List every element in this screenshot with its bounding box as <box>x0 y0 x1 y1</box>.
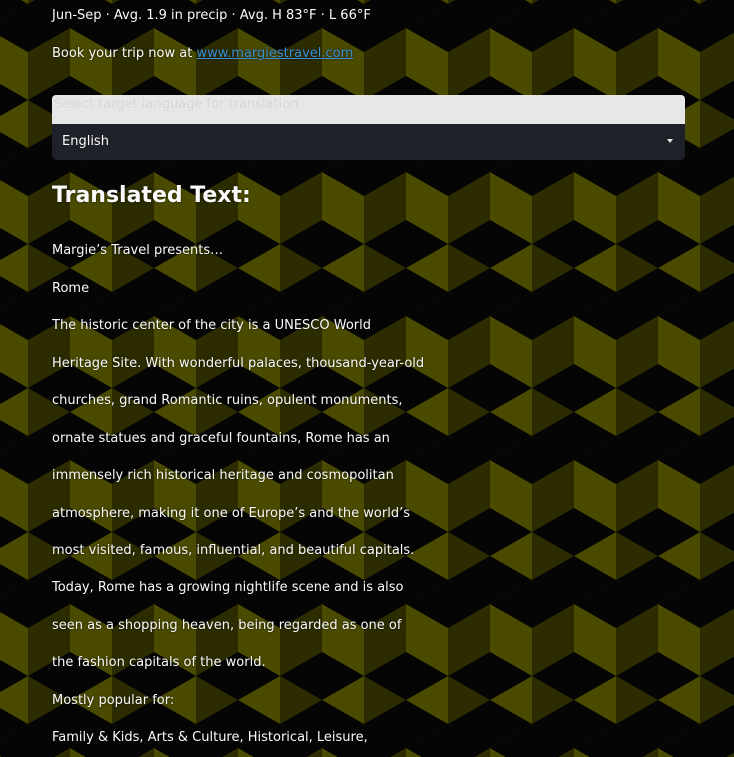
translated-line: most visited, famous, influential, and b… <box>52 543 415 558</box>
translated-line: immensely rich historical heritage and c… <box>52 468 394 483</box>
translated-line: churches, grand Romantic ruins, opulent … <box>52 393 403 408</box>
booking-line: Book your trip now at www.margiestravel.… <box>52 45 353 63</box>
translated-line: The historic center of the city is a UNE… <box>52 318 372 333</box>
booking-prefix: Book your trip now at <box>52 46 197 61</box>
translated-line: Heritage Site. With wonderful palaces, t… <box>52 356 425 371</box>
language-select-label: Select target language for translation <box>54 97 299 112</box>
translated-line: seen as a shopping heaven, being regarde… <box>52 618 402 633</box>
language-select-value: English <box>62 134 109 149</box>
translated-line: ornate statues and graceful fountains, R… <box>52 431 390 446</box>
language-select-label-bar: Select target language for translation <box>52 95 685 124</box>
chevron-down-icon <box>667 139 673 143</box>
website-link[interactable]: www.margiestravel.com <box>196 46 353 61</box>
translated-line: Margie’s Travel presents… <box>52 243 224 258</box>
translated-text-heading: Translated Text: <box>52 183 251 208</box>
translated-line: Today, Rome has a growing nightlife scen… <box>52 580 404 595</box>
translated-line: the fashion capitals of the world. <box>52 655 266 670</box>
translated-line: Rome <box>52 281 90 296</box>
language-select[interactable]: English <box>52 124 685 160</box>
translated-line: Family & Kids, Arts & Culture, Historica… <box>52 730 368 745</box>
translated-line: Mostly popular for: <box>52 693 175 708</box>
translated-line: atmosphere, making it one of Europe’s an… <box>52 506 410 521</box>
season-info: Jun-Sep · Avg. 1.9 in precip · Avg. H 83… <box>52 8 371 23</box>
